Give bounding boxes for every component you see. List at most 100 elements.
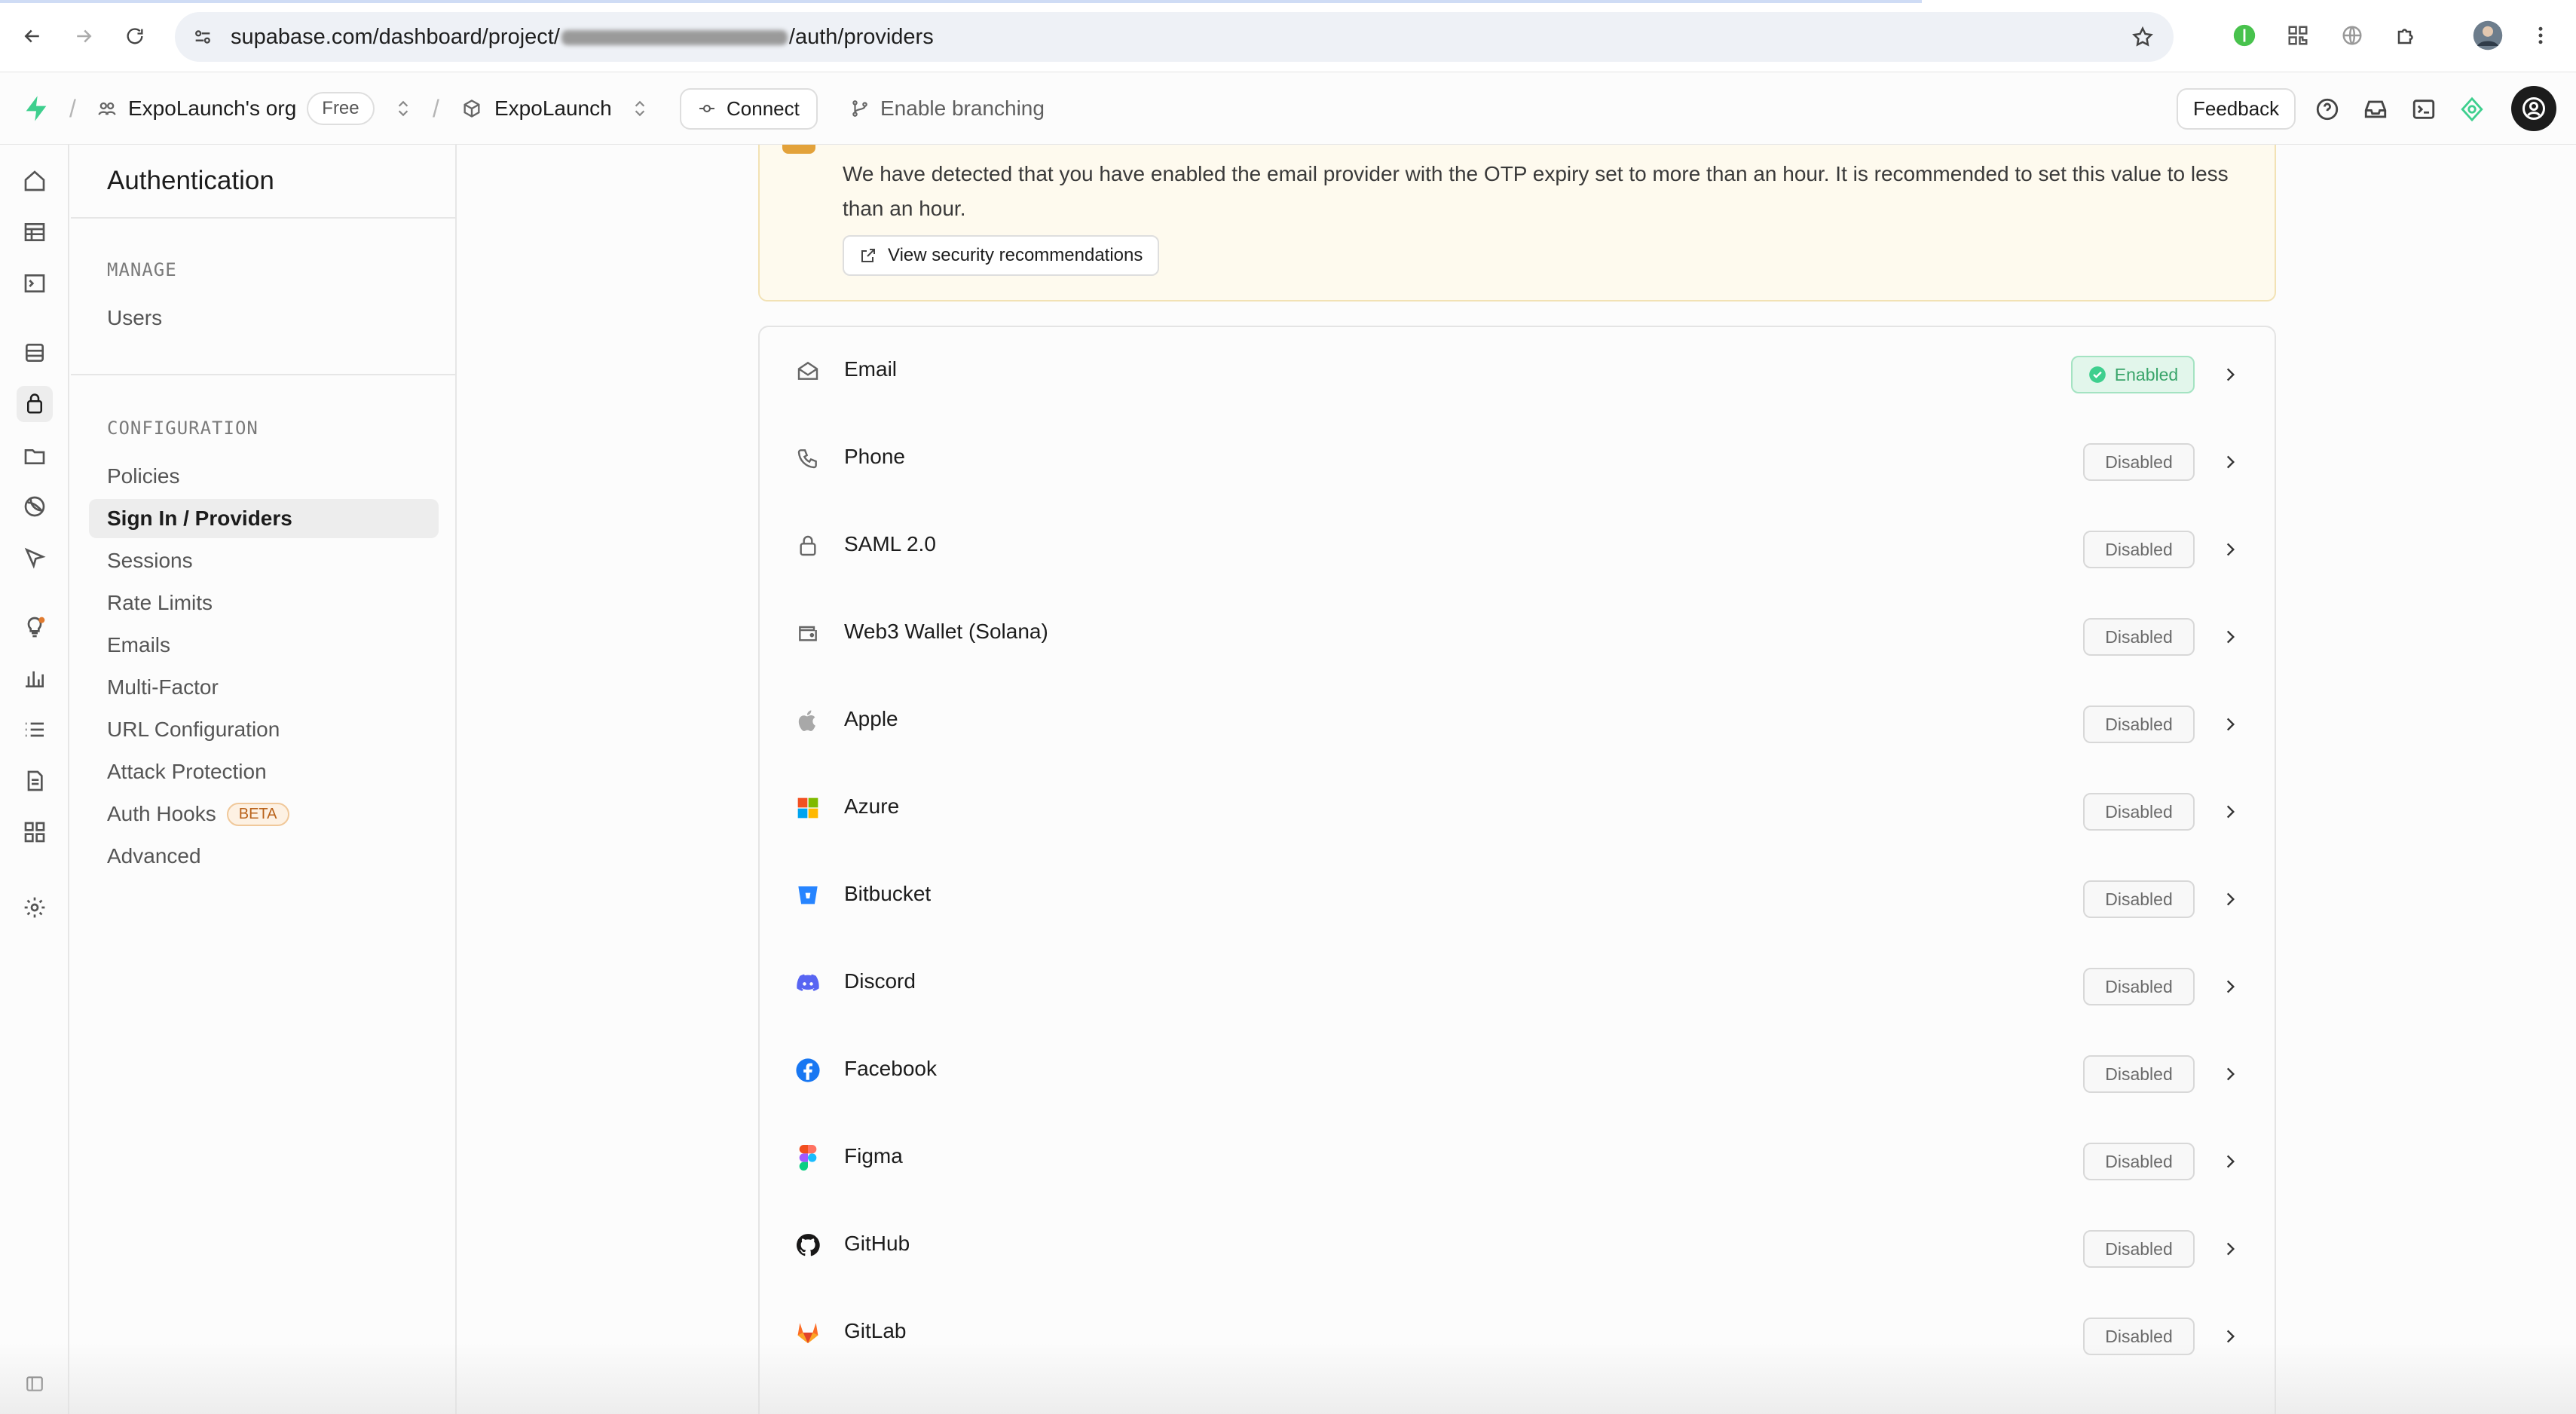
alert-button-label: View security recommendations <box>888 245 1143 265</box>
forward-button[interactable] <box>63 16 104 57</box>
collapse-sidebar-icon[interactable] <box>17 1366 53 1402</box>
menu-item-emails[interactable]: Emails <box>89 626 439 665</box>
realtime-icon[interactable] <box>17 540 53 576</box>
help-icon[interactable] <box>2308 90 2346 128</box>
menu-item-rate-limits[interactable]: Rate Limits <box>89 583 439 623</box>
org-chevrons-icon[interactable] <box>393 72 413 145</box>
bitbucket-icon <box>793 880 823 911</box>
provider-row-azure[interactable]: Azure Disabled <box>760 764 2275 852</box>
provider-row-gitlab[interactable]: GitLab Disabled <box>760 1289 2275 1376</box>
view-security-recommendations-button[interactable]: View security recommendations <box>843 235 1160 276</box>
project-chevrons-icon[interactable] <box>630 72 650 145</box>
back-button[interactable] <box>12 16 53 57</box>
edge-functions-icon[interactable] <box>17 488 53 525</box>
menu-item-policies[interactable]: Policies <box>89 457 439 496</box>
provider-row-facebook[interactable]: Facebook Disabled <box>760 1027 2275 1114</box>
menu-divider <box>71 374 455 375</box>
branching-label: Enable branching <box>880 96 1045 120</box>
icon-rail <box>0 145 69 1414</box>
puzzle-extensions-icon[interactable] <box>2389 18 2424 53</box>
menu-divider <box>71 217 455 219</box>
connect-button[interactable]: Connect <box>680 72 818 145</box>
external-link-icon <box>861 249 875 262</box>
provider-name: GitHub <box>844 1232 910 1255</box>
auth-hooks-label: Auth Hooks <box>107 802 216 825</box>
bookmark-star-icon[interactable] <box>2125 20 2160 54</box>
extension-green-icon[interactable] <box>2227 18 2262 53</box>
menu-item-advanced[interactable]: Advanced <box>89 837 439 876</box>
menu-item-sign-in-providers[interactable]: Sign In / Providers <box>89 499 439 538</box>
api-docs-icon[interactable] <box>17 763 53 799</box>
authentication-icon[interactable] <box>17 386 53 422</box>
home-icon[interactable] <box>17 163 53 199</box>
chevron-right-icon <box>2217 712 2243 737</box>
chevron-right-icon <box>2217 362 2243 387</box>
menu-item-url-configuration[interactable]: URL Configuration <box>89 710 439 749</box>
terminal-icon[interactable] <box>2405 90 2443 128</box>
provider-name: Web3 Wallet (Solana) <box>844 620 1048 643</box>
apple-icon <box>793 705 823 736</box>
provider-row-bitbucket[interactable]: Bitbucket Disabled <box>760 852 2275 939</box>
browser-profile-avatar[interactable] <box>2470 18 2505 53</box>
user-avatar[interactable] <box>2511 86 2556 131</box>
menu-item-auth-hooks[interactable]: Auth Hooks BETA <box>89 794 439 834</box>
reload-button[interactable] <box>115 16 155 57</box>
menu-item-attack-protection[interactable]: Attack Protection <box>89 752 439 791</box>
provider-row-web3-wallet[interactable]: Web3 Wallet (Solana) Disabled <box>760 589 2275 677</box>
chevron-right-icon <box>2217 537 2243 562</box>
app-header: / ExpoLaunch's org Free / ExpoLaunch Con… <box>0 72 2576 145</box>
breadcrumb-separator: / <box>69 94 76 122</box>
chevron-right-icon <box>2217 1149 2243 1174</box>
provider-row-figma[interactable]: Figma Disabled <box>760 1114 2275 1201</box>
settings-gear-icon[interactable] <box>17 889 53 926</box>
storage-icon[interactable] <box>17 437 53 473</box>
phone-icon <box>793 443 823 473</box>
supabase-logo-icon[interactable] <box>21 72 51 145</box>
warning-icon <box>782 145 815 154</box>
table-editor-icon[interactable] <box>17 214 53 250</box>
menu-item-sessions[interactable]: Sessions <box>89 541 439 580</box>
globe-extension-icon[interactable] <box>2335 18 2369 53</box>
check-circle-icon <box>2088 366 2106 383</box>
qr-extension-icon[interactable] <box>2281 18 2315 53</box>
integrations-icon[interactable] <box>17 814 53 850</box>
status-badge-disabled: Disabled <box>2083 1318 2195 1355</box>
provider-row-partial[interactable] <box>760 1376 2275 1414</box>
menu-item-multi-factor[interactable]: Multi-Factor <box>89 668 439 707</box>
browser-menu-icon[interactable] <box>2523 18 2558 53</box>
org-switcher[interactable]: ExpoLaunch's org Free <box>96 72 375 145</box>
project-box-icon <box>463 99 480 118</box>
project-switcher[interactable]: ExpoLaunch <box>461 72 612 145</box>
sql-editor-icon[interactable] <box>17 265 53 301</box>
reload-icon <box>127 27 143 44</box>
lock-icon <box>793 531 823 561</box>
assistant-icon[interactable] <box>2453 90 2491 128</box>
status-label: Enabled <box>2114 364 2179 384</box>
menu-item-users[interactable]: Users <box>89 298 439 338</box>
provider-row-saml[interactable]: SAML 2.0 Disabled <box>760 502 2275 589</box>
provider-row-discord[interactable]: Discord Disabled <box>760 939 2275 1027</box>
logs-icon[interactable] <box>17 712 53 748</box>
chevron-right-icon <box>2217 799 2243 825</box>
providers-list: Email Enabled Phone Disabled SAML 2.0 Di… <box>758 326 2276 1414</box>
chevron-right-icon <box>2217 1324 2243 1349</box>
provider-row-apple[interactable]: Apple Disabled <box>760 677 2275 764</box>
advisors-icon[interactable] <box>17 609 53 645</box>
menu-title: Authentication <box>107 166 274 195</box>
provider-row-email[interactable]: Email Enabled <box>760 327 2275 415</box>
provider-row-github[interactable]: GitHub Disabled <box>760 1201 2275 1289</box>
status-badge-disabled: Disabled <box>2083 880 2195 918</box>
database-icon[interactable] <box>17 335 53 371</box>
alert-message: We have detected that you have enabled t… <box>843 162 2229 220</box>
address-bar[interactable]: supabase.com/dashboard/project/ /auth/pro… <box>175 12 2174 62</box>
status-badge-disabled: Disabled <box>2083 531 2195 568</box>
url-prefix: supabase.com/dashboard/project/ <box>231 24 560 49</box>
enable-branching-button[interactable]: Enable branching <box>850 72 1045 145</box>
site-info-icon[interactable] <box>185 20 220 54</box>
provider-name: Phone <box>844 445 905 468</box>
inbox-icon[interactable] <box>2357 90 2394 128</box>
feedback-button[interactable]: Feedback <box>2177 72 2296 145</box>
provider-row-phone[interactable]: Phone Disabled <box>760 415 2275 502</box>
reports-icon[interactable] <box>17 660 53 696</box>
beta-badge: BETA <box>226 802 289 826</box>
